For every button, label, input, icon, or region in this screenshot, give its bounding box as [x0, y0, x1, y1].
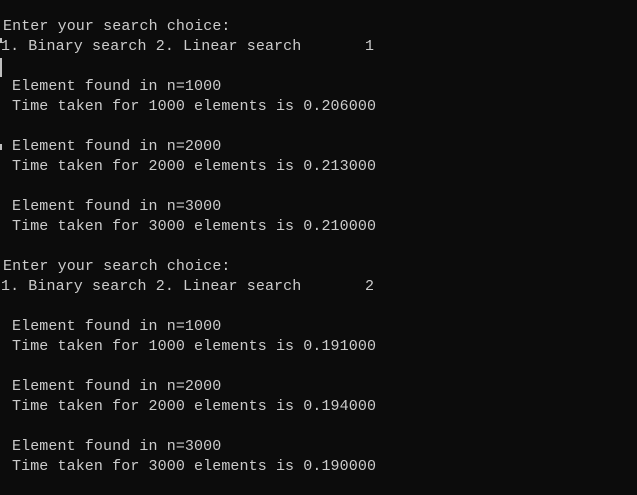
time-line: Time taken for 2000 elements is 0.194000	[12, 398, 377, 415]
result-line: Element found in n=1000	[12, 78, 222, 95]
window-edge-mark	[0, 58, 2, 77]
window-edge-mark	[0, 144, 2, 150]
window-edge-mark	[0, 38, 2, 43]
result-line: Element found in n=2000	[12, 378, 222, 395]
time-line: Time taken for 3000 elements is 0.190000	[12, 458, 377, 475]
result-line: Element found in n=1000	[12, 318, 222, 335]
result-line: Element found in n=3000	[12, 438, 222, 455]
console-output[interactable]: Enter your search choice: 1. Binary sear…	[0, 0, 637, 495]
menu-line: 1. Binary search 2. Linear search 2	[1, 278, 375, 295]
time-line: Time taken for 3000 elements is 0.210000	[12, 218, 377, 235]
time-line: Time taken for 2000 elements is 0.213000	[12, 158, 377, 175]
prompt-line: Enter your search choice:	[3, 258, 231, 275]
result-line: Element found in n=2000	[12, 138, 222, 155]
menu-line: 1. Binary search 2. Linear search 1	[1, 38, 375, 55]
time-line: Time taken for 1000 elements is 0.206000	[12, 98, 377, 115]
time-line: Time taken for 1000 elements is 0.191000	[12, 338, 377, 355]
prompt-line: Enter your search choice:	[3, 18, 231, 35]
result-line: Element found in n=3000	[12, 198, 222, 215]
